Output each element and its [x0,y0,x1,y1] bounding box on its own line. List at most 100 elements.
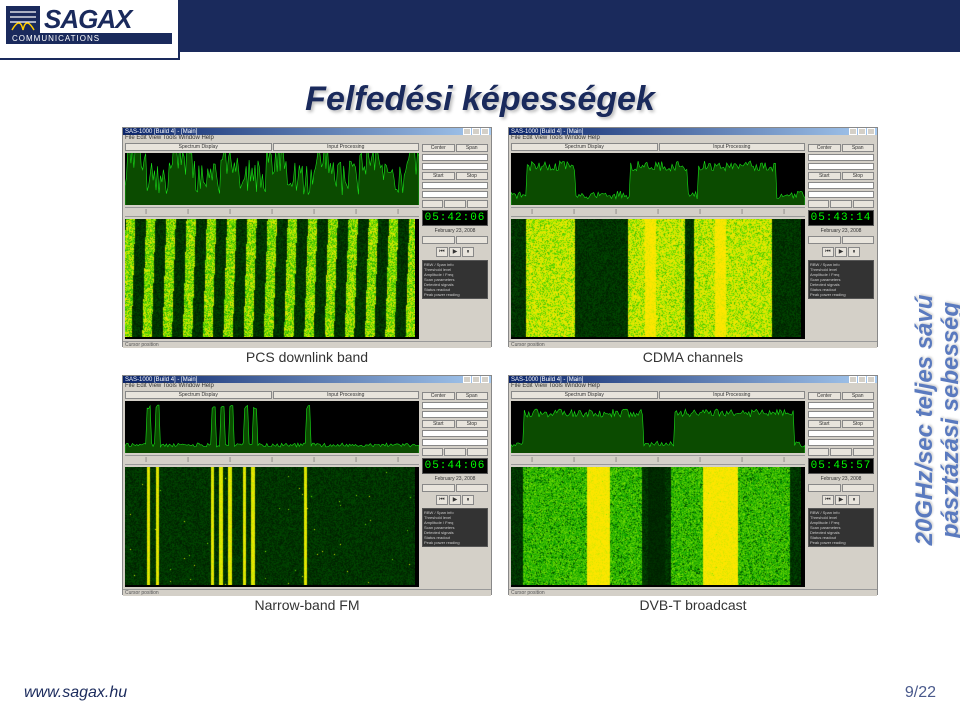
maximize-icon [858,128,866,135]
window-titlebar: SAS-1000 [Build 4] - [Main] [509,376,877,383]
window-titlebar: SAS-1000 [Build 4] - [Main] [123,128,491,135]
date-display: February 23, 2008 [808,228,874,234]
play-icon: ▶ [835,495,847,505]
maximize-icon [858,376,866,383]
pause-icon: ⏸ [462,247,474,257]
tab-input: Input Processing [659,143,806,151]
screenshot-grid: SAS-1000 [Build 4] - [Main] File Edit Vi… [40,127,960,613]
small-btn [467,448,488,456]
span-field [422,163,488,170]
status-bar: Cursor position [509,589,877,596]
panel-caption: Narrow-band FM [254,597,359,613]
spectrum-plot [125,153,419,205]
stop-button: Stop [456,172,489,180]
app-window: SAS-1000 [Build 4] - [Main] File Edit Vi… [122,127,492,347]
center-field [808,402,874,409]
logo: SAGAX COMMUNICATIONS [0,0,180,60]
side-line-2: pásztázási sebesség [938,180,960,660]
info-readout: RBW / Span infoThreshold levelAmplitude … [808,260,874,299]
stop-button: Stop [842,172,875,180]
small-btn [808,200,829,208]
small-btn [853,200,874,208]
app-window: SAS-1000 [Build 4] - [Main] File Edit Vi… [122,375,492,595]
screenshot-panel: SAS-1000 [Build 4] - [Main] File Edit Vi… [121,375,493,613]
spectrum-plot [511,153,805,205]
pause-icon: ⏸ [848,495,860,505]
frequency-ruler: ||||||| [511,455,805,465]
waterfall-plot [125,219,419,339]
small-btn [422,484,455,492]
time-display: 05:43:14 [808,210,874,226]
stop-button: Stop [842,420,875,428]
page-title: Felfedési képességek [0,80,960,119]
close-icon [481,376,489,383]
spectrum-plot [125,401,419,453]
start-field [808,182,874,189]
logo-subtitle: COMMUNICATIONS [6,33,172,44]
maximize-icon [472,376,480,383]
span-field [422,411,488,418]
tab-spectrum: Spectrum Display [125,143,272,151]
info-readout: RBW / Span infoThreshold levelAmplitude … [422,508,488,547]
window-titlebar: SAS-1000 [Build 4] - [Main] [509,128,877,135]
center-button: Center [422,144,455,152]
small-btn [456,484,489,492]
status-bar: Cursor position [123,341,491,348]
logo-brand-text: SAGAX [44,4,131,35]
small-btn [830,448,851,456]
stop-field [422,191,488,198]
center-button: Center [808,392,841,400]
rewind-icon: ⏮ [822,495,834,505]
tab-input: Input Processing [659,391,806,399]
span-button: Span [842,144,875,152]
rewind-icon: ⏮ [436,495,448,505]
close-icon [867,128,875,135]
minimize-icon [849,376,857,383]
small-btn [842,236,875,244]
control-panel: Center Span Start Stop 05:43:14 February… [807,143,875,339]
logo-icon [6,6,40,34]
app-window: SAS-1000 [Build 4] - [Main] File Edit Vi… [508,127,878,347]
start-button: Start [808,420,841,428]
close-icon [867,376,875,383]
tab-spectrum: Spectrum Display [511,143,658,151]
window-title: SAS-1000 [Build 4] - [Main] [125,377,197,383]
small-btn [422,448,443,456]
start-field [422,182,488,189]
date-display: February 23, 2008 [422,476,488,482]
center-field [422,154,488,161]
small-btn [422,200,443,208]
panel-caption: CDMA channels [643,349,743,365]
minimize-icon [463,376,471,383]
small-btn [808,484,841,492]
screenshot-panel: SAS-1000 [Build 4] - [Main] File Edit Vi… [121,127,493,365]
window-title: SAS-1000 [Build 4] - [Main] [511,377,583,383]
minimize-icon [849,128,857,135]
footer-url: www.sagax.hu [24,684,127,702]
spectrum-plot [511,401,805,453]
center-field [808,154,874,161]
small-btn [808,448,829,456]
window-titlebar: SAS-1000 [Build 4] - [Main] [123,376,491,383]
span-button: Span [456,144,489,152]
waterfall-plot [511,219,805,339]
start-field [422,430,488,437]
info-readout: RBW / Span infoThreshold levelAmplitude … [808,508,874,547]
start-button: Start [422,420,455,428]
close-icon [481,128,489,135]
stop-field [422,439,488,446]
tab-input: Input Processing [273,391,420,399]
time-display: 05:45:57 [808,458,874,474]
small-btn [444,200,465,208]
stop-field [808,439,874,446]
small-btn [842,484,875,492]
rewind-icon: ⏮ [436,247,448,257]
time-display: 05:42:06 [422,210,488,226]
span-field [808,411,874,418]
stop-field [808,191,874,198]
tab-spectrum: Spectrum Display [511,391,658,399]
play-icon: ▶ [449,247,461,257]
stop-button: Stop [456,420,489,428]
control-panel: Center Span Start Stop 05:45:57 February… [807,391,875,587]
rewind-icon: ⏮ [822,247,834,257]
